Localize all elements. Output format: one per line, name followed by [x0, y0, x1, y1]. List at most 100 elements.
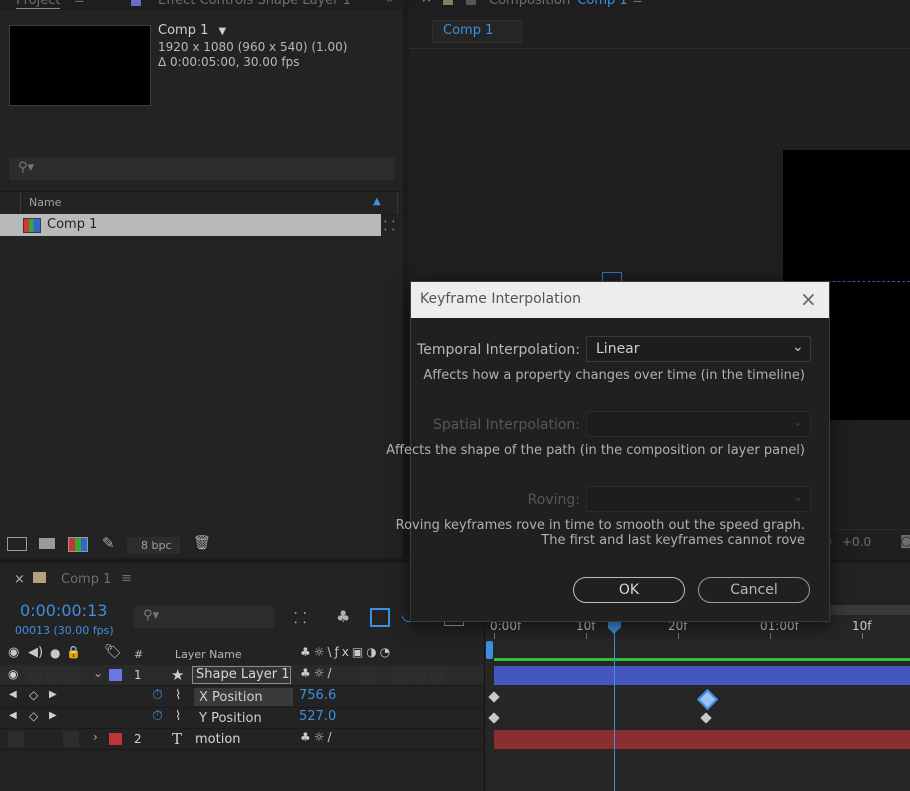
property-row-y-position[interactable]: ◀ ◇ ▶ ⏱ ⌇ Y Position 527.0 — [0, 708, 484, 729]
project-search-input[interactable]: ⚲▾ — [9, 158, 395, 180]
column-number-header[interactable]: # — [134, 648, 143, 661]
tab-timeline-comp[interactable]: Comp 1 — [61, 572, 111, 587]
panel-menu-icon[interactable]: ≡ — [121, 571, 132, 586]
new-folder-icon[interactable] — [39, 538, 55, 549]
snapshot-icon[interactable]: ◙ — [900, 534, 910, 549]
close-icon[interactable]: × — [800, 287, 817, 311]
dialog-title-bar: Keyframe Interpolation × — [411, 282, 829, 318]
frame-blending-icon[interactable] — [370, 608, 390, 627]
keyframe[interactable] — [488, 691, 500, 703]
prev-keyframe-icon[interactable]: ◀ — [9, 689, 17, 700]
property-value[interactable]: 756.6 — [299, 688, 336, 703]
expand-chevron-icon[interactable]: › — [93, 730, 98, 744]
next-keyframe-icon[interactable]: ▶ — [49, 689, 57, 700]
label-column-icon: 🏷 — [104, 644, 122, 660]
new-composition-icon[interactable] — [68, 537, 88, 552]
ok-button[interactable]: OK — [573, 577, 685, 603]
tab-effect-controls[interactable]: Effect Controls Shape Layer 1 — [158, 0, 351, 8]
close-icon[interactable]: × — [421, 0, 432, 6]
expand-chevron-icon[interactable]: ⌄ — [93, 666, 103, 680]
property-value[interactable]: 527.0 — [299, 709, 336, 724]
composition-flowchart-icon[interactable]: ⸬ — [294, 608, 306, 628]
audio-toggle[interactable] — [27, 667, 43, 683]
layer-row-shape-layer-1[interactable]: ◉ ⌄ 1 ★ Shape Layer 1 ♣☼/ — [0, 665, 484, 686]
roving-label: Roving: — [527, 492, 580, 508]
playhead[interactable] — [607, 618, 621, 791]
switch-cell[interactable] — [411, 667, 427, 683]
keyframe-selected[interactable] — [696, 688, 719, 710]
panel-menu-icon[interactable]: ≡ — [632, 0, 643, 7]
property-row-x-position[interactable]: ◀ ◇ ▶ ⏱ ⌇ X Position 756.6 — [0, 687, 484, 708]
layer-switch-icons[interactable]: ♣☼/ — [300, 666, 335, 680]
layer-name[interactable]: motion — [195, 732, 241, 747]
layer-anchor-handle[interactable] — [602, 272, 622, 281]
switch-cell[interactable] — [393, 667, 409, 683]
solo-column-icon: ● — [50, 646, 61, 660]
adjust-project-icon[interactable]: ✎ — [102, 534, 115, 552]
spatial-interpolation-label: Spatial Interpolation: — [433, 417, 580, 433]
comp-dropdown-icon[interactable]: ▼ — [219, 26, 227, 37]
temporal-interpolation-select[interactable]: Linear ⌄ — [586, 336, 811, 362]
layer-label-color[interactable] — [109, 733, 122, 745]
temporal-interpolation-label: Temporal Interpolation: — [417, 342, 580, 358]
cancel-button[interactable]: Cancel — [698, 577, 810, 603]
visibility-toggle[interactable] — [8, 731, 24, 747]
lock-toggle[interactable] — [63, 667, 79, 683]
tab-composition[interactable]: Composition Comp 1 — [489, 0, 628, 8]
comp-subtab-label: Comp 1 — [443, 23, 494, 38]
graph-icon[interactable]: ⌇ — [175, 709, 181, 724]
project-footer: ✎ 8 bpc 🗑 — [0, 534, 403, 558]
project-item-row[interactable]: Comp 1 — [0, 214, 381, 236]
graph-icon[interactable]: ⌇ — [175, 688, 181, 703]
close-icon[interactable]: × — [14, 572, 25, 587]
chevron-down-icon: ⌄ — [792, 339, 804, 355]
timeline-column-header: ◉ ◀) ● 🔒 🏷 # Layer Name ♣☼\ƒx▣◑◔ — [0, 643, 484, 666]
switch-cell[interactable] — [361, 667, 377, 683]
trash-icon[interactable]: 🗑 — [193, 535, 211, 551]
layer-row-motion[interactable]: › 2 T motion ♣☼/ — [0, 729, 484, 750]
panel-overflow-icon[interactable]: » — [386, 0, 394, 7]
column-name-header[interactable]: Name — [29, 196, 61, 209]
comp-info-resolution: 1920 x 1080 (960 x 540) (1.00) — [158, 40, 348, 54]
comp-subtab[interactable]: Comp 1 — [432, 20, 522, 43]
flowchart-icon[interactable]: ⸬ — [384, 216, 395, 234]
spatial-interpolation-select: ⌄ — [586, 411, 811, 437]
keyframe[interactable] — [488, 712, 500, 724]
comp-info: Comp 1 ▼ 1920 x 1080 (960 x 540) (1.00) … — [158, 23, 347, 69]
add-keyframe-icon[interactable]: ◇ — [29, 688, 38, 702]
bpc-button[interactable]: 8 bpc — [127, 537, 180, 554]
panel-menu-icon[interactable]: ≡ — [74, 0, 85, 7]
layer-name-field[interactable]: Shape Layer 1 — [192, 666, 291, 684]
text-layer-icon: T — [172, 730, 183, 748]
switch-cell[interactable] — [429, 667, 445, 683]
visibility-toggle-icon[interactable]: ◉ — [8, 667, 18, 681]
prev-keyframe-icon[interactable]: ◀ — [9, 710, 17, 721]
tab-composition-prefix: Composition — [489, 0, 571, 8]
tab-project[interactable]: Project — [16, 0, 61, 9]
project-panel: Project ≡ Effect Controls Shape Layer 1 … — [0, 0, 403, 558]
timeline-search-input[interactable]: ⚲▾ — [134, 606, 274, 628]
exposure-value[interactable]: +0.0 — [842, 535, 871, 549]
lock-toggle[interactable] — [63, 731, 79, 747]
next-keyframe-icon[interactable]: ▶ — [49, 710, 57, 721]
shy-layers-icon[interactable]: ♣ — [336, 607, 350, 626]
tab-composition-comp: Comp 1 — [577, 0, 628, 8]
solo-toggle[interactable] — [45, 667, 61, 683]
layer-switch-icons[interactable]: ♣☼/ — [300, 730, 335, 744]
comp-thumbnail — [9, 25, 151, 106]
composition-tab-icon — [466, 0, 476, 5]
lock-icon[interactable] — [443, 0, 453, 5]
stopwatch-icon[interactable]: ⏱ — [152, 687, 163, 703]
composition-icon — [23, 218, 41, 233]
column-layer-name-header[interactable]: Layer Name — [175, 648, 242, 661]
keyframe[interactable] — [699, 712, 712, 724]
bpc-label: 8 bpc — [141, 539, 172, 552]
sort-ascending-icon[interactable]: ▲ — [373, 196, 381, 207]
current-timecode[interactable]: 0:00:00:13 — [20, 601, 107, 620]
layer-label-color[interactable] — [109, 669, 122, 681]
interpret-footage-icon[interactable] — [7, 537, 27, 551]
search-icon: ⚲▾ — [143, 608, 160, 623]
dialog-title: Keyframe Interpolation — [420, 291, 581, 307]
add-keyframe-icon[interactable]: ◇ — [29, 709, 38, 723]
stopwatch-icon[interactable]: ⏱ — [152, 708, 163, 724]
